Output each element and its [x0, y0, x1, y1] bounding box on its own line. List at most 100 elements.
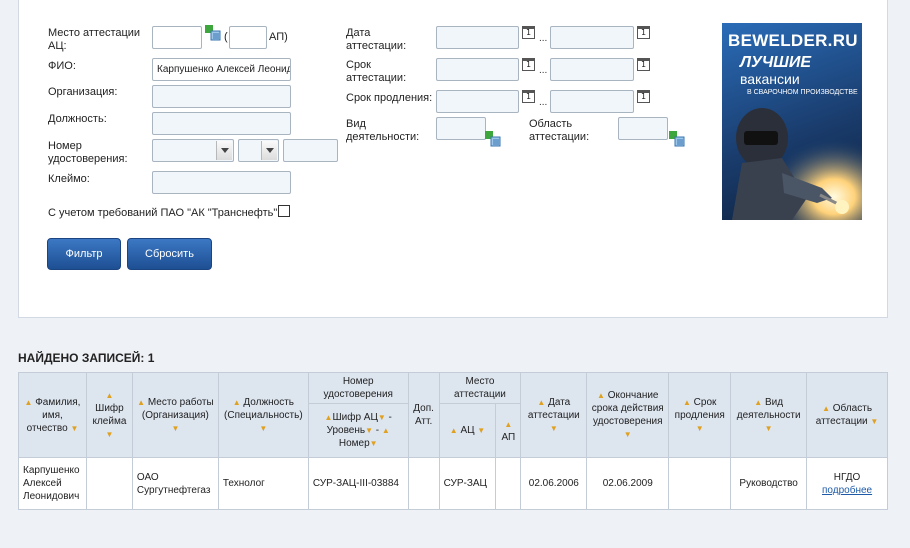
calendar-icon[interactable]: 1: [637, 26, 650, 39]
sort-down-icon: ▼: [764, 423, 773, 433]
sort-up-icon: ▲: [754, 397, 763, 407]
transneft-checkbox[interactable]: [278, 205, 290, 217]
sort-down-icon: ▼: [105, 430, 114, 439]
org-input[interactable]: [152, 85, 291, 108]
activity-label: Вид деятельности:: [346, 118, 420, 143]
transneft-label: С учетом требований ПАО "АК "Транснефть"…: [48, 207, 281, 219]
term-from-input[interactable]: [436, 58, 519, 81]
sort-up-icon: ▲: [682, 397, 691, 407]
date-to-input[interactable]: [550, 26, 634, 49]
cert-number-input[interactable]: [283, 139, 338, 162]
cell-workplace: ОАО Сургутнефтегаз: [131, 457, 219, 510]
sort-down-icon: ▼: [695, 423, 704, 433]
col-header-workplace[interactable]: ▲ Место работы (Организация) ▼: [131, 372, 219, 458]
cell-cert-number: СУР-ЗАЦ-III-03884: [307, 457, 409, 510]
sort-down-icon: ▼: [623, 430, 632, 439]
fio-label: ФИО:: [48, 60, 76, 72]
ad-banner[interactable]: BEWELDER.RU ЛУЧШИЕ вакансии В СВАРОЧНОМ …: [722, 23, 862, 220]
cert-series-select[interactable]: [152, 139, 234, 162]
ap-input[interactable]: [229, 26, 267, 49]
col-header-end[interactable]: ▲ Окончание срока действия удостоверения…: [586, 372, 670, 458]
cert-label: Номер удостоверения:: [48, 140, 128, 165]
calendar-icon[interactable]: 1: [522, 26, 535, 39]
sort-up-icon: ▲: [537, 397, 546, 407]
col-header-stamp[interactable]: ▲ Шифр клейма ▼: [85, 372, 133, 458]
date-label: Дата аттестации:: [346, 27, 407, 52]
sort-down-icon: ▼: [477, 426, 486, 435]
sort-down-icon: ▼: [70, 423, 79, 433]
ac-label: Место аттестации АЦ:: [48, 27, 141, 52]
sort-down-icon: ▼: [369, 439, 378, 448]
filter-button[interactable]: Фильтр: [47, 238, 121, 270]
sort-down-icon: ▼: [377, 413, 386, 422]
table-row: Карпушенко Алексей Леонидович ОАО Сургут…: [18, 457, 888, 510]
col-label: Уровень: [326, 425, 366, 436]
cell-extra: [407, 457, 440, 510]
cell-ac: СУР-ЗАЦ: [438, 457, 497, 510]
col-header-cert-sub[interactable]: ▲Шифр АЦ▼ - Уровень▼ - ▲ Номер▼: [307, 403, 409, 458]
col-header-area[interactable]: ▲ Область аттестации ▼: [806, 372, 888, 458]
sort-up-icon: ▲: [105, 391, 114, 400]
col-header-ap[interactable]: ▲ АП: [495, 403, 522, 458]
area-value: НГДО: [833, 471, 861, 483]
sort-up-icon: ▲: [504, 419, 513, 429]
col-header-ac[interactable]: ▲ АЦ ▼: [438, 403, 497, 458]
col-label: АЦ: [460, 425, 475, 436]
calendar-icon[interactable]: 1: [637, 90, 650, 103]
details-link[interactable]: подробнее: [822, 485, 872, 496]
ext-to-input[interactable]: [550, 90, 634, 113]
sort-down-icon: ▼: [259, 423, 268, 433]
col-header-fio[interactable]: ▲ Фамилия, имя, отчество ▼: [18, 372, 87, 458]
calendar-icon[interactable]: 1: [522, 90, 535, 103]
chevron-down-icon: [261, 141, 277, 160]
cell-ap: [495, 457, 522, 510]
col-header-position[interactable]: ▲ Должность (Специальность) ▼: [217, 372, 309, 458]
sort-up-icon: ▲: [597, 391, 605, 400]
sort-up-icon: ▲: [822, 404, 830, 413]
sort-up-icon: ▲: [381, 426, 390, 435]
cert-level-select[interactable]: [238, 139, 279, 162]
sort-down-icon: ▼: [365, 426, 374, 435]
activity-input[interactable]: [436, 117, 486, 140]
col-header-ext[interactable]: ▲ Срок продления ▼: [668, 372, 732, 458]
ac-paren: (: [224, 31, 228, 43]
position-input[interactable]: [152, 112, 291, 135]
range-separator: ...: [539, 33, 548, 44]
tree-select-icon[interactable]: [205, 25, 221, 41]
col-label: Шифр АЦ: [332, 412, 378, 423]
col-header-date[interactable]: ▲ Дата аттестации ▼: [520, 372, 588, 458]
col-header-place: Место аттестации: [438, 372, 522, 404]
col-label: Шифр клейма: [92, 403, 127, 427]
calendar-icon[interactable]: 1: [522, 58, 535, 71]
reset-button[interactable]: Сбросить: [127, 238, 212, 270]
term-label: Срок аттестации:: [346, 59, 407, 84]
col-label: Номер: [338, 438, 370, 449]
cell-stamp: [85, 457, 133, 510]
sort-up-icon: ▲: [137, 397, 146, 407]
welder-image: [722, 103, 862, 220]
cell-date: 02.06.2006: [520, 457, 588, 510]
col-label: Место работы (Организация): [141, 396, 214, 421]
stamp-input[interactable]: [152, 171, 291, 194]
sort-up-icon: ▲: [232, 397, 241, 407]
range-separator: ...: [539, 65, 548, 76]
fio-input[interactable]: Карпушенко Алексей Леонидович: [152, 58, 291, 81]
ext-from-input[interactable]: [436, 90, 519, 113]
cell-fio: Карпушенко Алексей Леонидович: [18, 457, 87, 510]
tree-select-icon[interactable]: [485, 131, 501, 147]
calendar-icon[interactable]: 1: [637, 58, 650, 71]
col-header-extra: Доп. Атт.: [407, 372, 440, 458]
tree-select-icon[interactable]: [669, 131, 685, 147]
cell-area: НГДО подробнее: [806, 457, 888, 510]
date-from-input[interactable]: [436, 26, 519, 49]
area-input[interactable]: [618, 117, 668, 140]
col-label: Дата аттестации: [527, 396, 580, 421]
col-header-activity[interactable]: ▲ Вид деятельности ▼: [730, 372, 808, 458]
ac-input[interactable]: [152, 26, 202, 49]
sort-up-icon: ▲: [24, 397, 33, 407]
area-label: Область аттестации:: [529, 118, 590, 143]
position-label: Должность:: [48, 113, 107, 125]
term-to-input[interactable]: [550, 58, 634, 81]
ad-line4: В СВАРОЧНОМ ПРОИЗВОДСТВЕ: [747, 89, 858, 96]
ap-label: АП): [269, 31, 288, 43]
